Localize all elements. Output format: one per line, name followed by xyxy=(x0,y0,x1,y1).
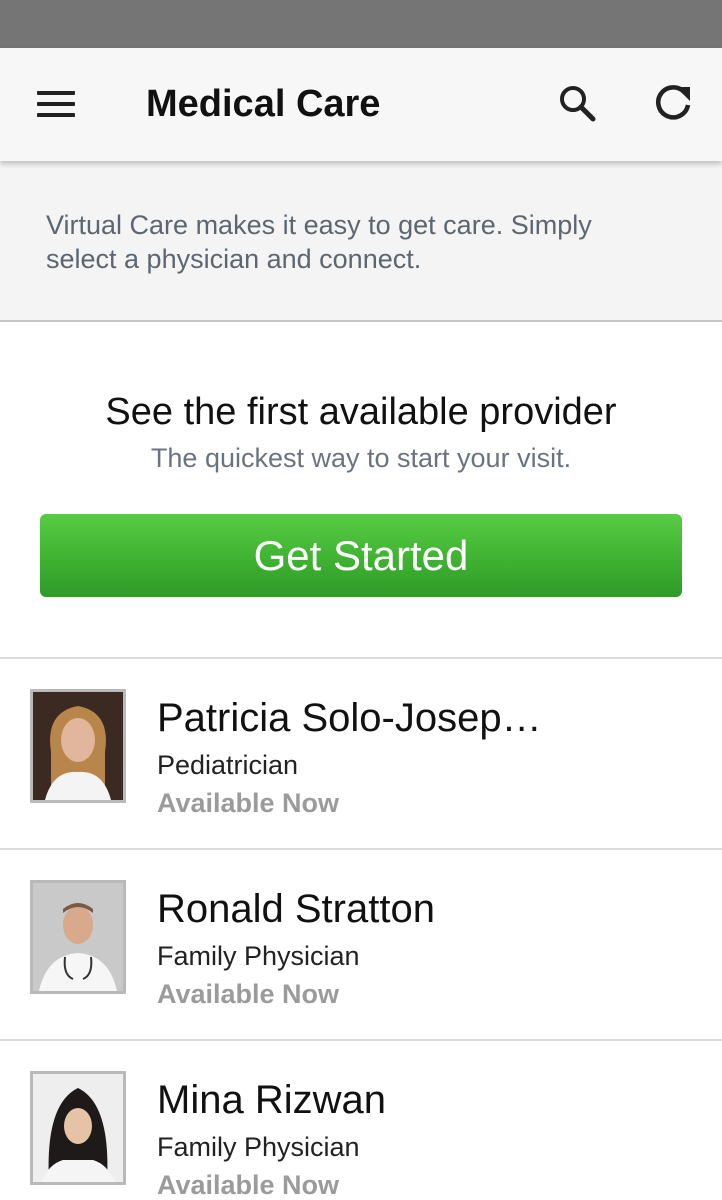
app-bar: Medical Care xyxy=(0,48,722,161)
provider-name: Ronald Stratton xyxy=(157,887,435,931)
status-bar xyxy=(0,0,722,48)
refresh-icon[interactable] xyxy=(648,78,698,128)
provider-row[interactable]: Ronald Stratton Family Physician Availab… xyxy=(0,850,722,1041)
provider-row[interactable]: Mina Rizwan Family Physician Available N… xyxy=(0,1041,722,1200)
intro-banner: Virtual Care makes it easy to get care. … xyxy=(0,161,722,322)
search-icon[interactable] xyxy=(552,78,602,128)
provider-specialty: Family Physician xyxy=(157,1132,360,1162)
first-available-card: See the first available provider The qui… xyxy=(0,322,722,659)
provider-name: Mina Rizwan xyxy=(157,1078,386,1122)
provider-availability: Available Now xyxy=(157,979,340,1009)
provider-name: Patricia Solo-Josep… xyxy=(157,696,542,740)
provider-availability: Available Now xyxy=(157,788,340,818)
provider-photo xyxy=(30,880,126,994)
first-available-subtitle: The quickest way to start your visit. xyxy=(150,443,572,473)
intro-text: Virtual Care makes it easy to get care. … xyxy=(46,210,592,274)
provider-photo xyxy=(30,1071,126,1185)
first-available-title: See the first available provider xyxy=(105,391,617,433)
provider-row[interactable]: Patricia Solo-Josep… Pediatrician Availa… xyxy=(0,659,722,850)
provider-photo xyxy=(30,689,126,803)
get-started-button[interactable]: Get Started xyxy=(40,514,682,597)
provider-availability: Available Now xyxy=(157,1170,340,1200)
hamburger-menu-icon[interactable] xyxy=(30,82,82,126)
provider-specialty: Family Physician xyxy=(157,941,360,971)
provider-specialty: Pediatrician xyxy=(157,750,299,780)
app-title: Medical Care xyxy=(146,83,381,125)
